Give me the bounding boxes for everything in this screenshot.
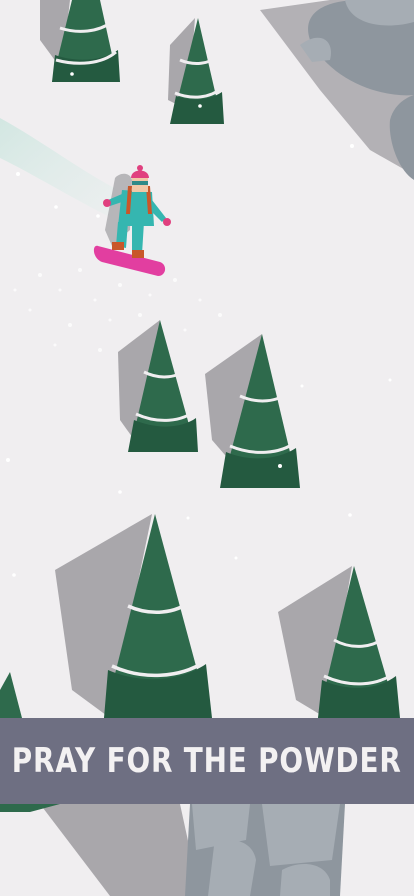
title-banner: PRAY FOR THE POWDER: [0, 718, 414, 804]
banner-text: PRAY FOR THE POWDER: [12, 741, 402, 781]
